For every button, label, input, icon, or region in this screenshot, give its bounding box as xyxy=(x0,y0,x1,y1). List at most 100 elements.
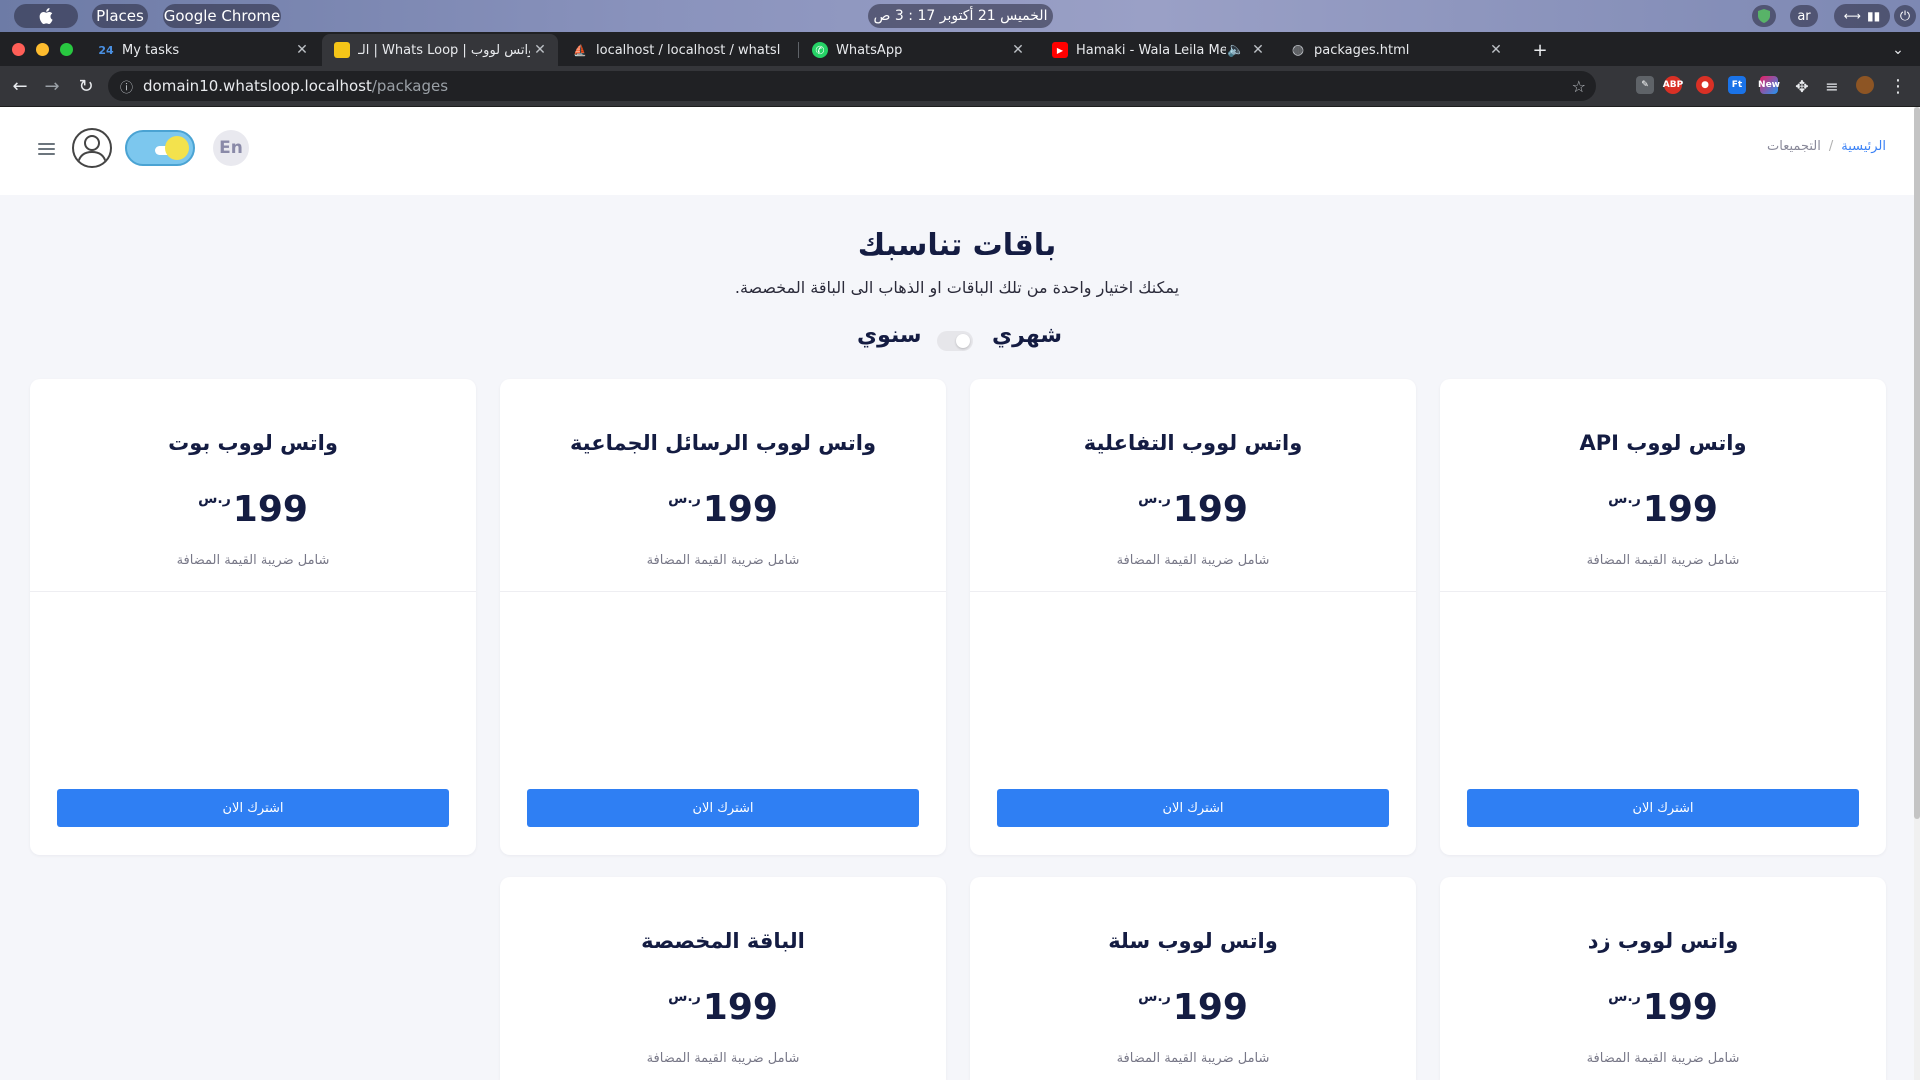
profile-avatar-icon[interactable] xyxy=(1856,76,1874,94)
scrollbar-thumb[interactable] xyxy=(1914,107,1920,819)
user-avatar[interactable] xyxy=(72,128,112,168)
package-price: 199 xyxy=(1172,489,1248,530)
chrome-menu-icon[interactable]: ⋮ xyxy=(1886,74,1910,98)
vat-note: شامل ضريبة القيمة المضافة xyxy=(1586,1051,1740,1066)
subscribe-button[interactable]: اشترك الان xyxy=(1467,789,1859,827)
os-top-bar: Places Google Chrome الخميس 21 أكتوبر 17… xyxy=(0,0,1920,32)
reload-button[interactable]: ↻ xyxy=(74,74,98,98)
theme-toggle[interactable] xyxy=(125,130,195,166)
tab-title: localhost / localhost / whatsl xyxy=(596,42,781,58)
user-icon xyxy=(77,135,107,164)
divider xyxy=(970,591,1416,592)
network-icon: ⟷ xyxy=(1843,9,1861,23)
vat-note: شامل ضريبة القيمة المضافة xyxy=(1116,1051,1270,1066)
package-card: واتس لووب زد ر.س199 شامل ضريبة القيمة ال… xyxy=(1440,877,1886,1080)
bookmark-star-icon[interactable]: ☆ xyxy=(1572,77,1586,96)
tab-whatsapp[interactable]: ✆ WhatsApp ✕ xyxy=(800,34,1036,66)
tab-whatsloop[interactable]: الـ | Whats Loop | واتس لووب ✕ xyxy=(322,34,558,66)
url-host: domain10.whatsloop.localhost xyxy=(143,77,372,95)
power-icon[interactable]: ⏻ xyxy=(1894,5,1916,27)
close-window-button[interactable] xyxy=(12,43,25,56)
tab-youtube[interactable]: ▶ Hamaki - Wala Leila Men L 🔈 ✕ xyxy=(1040,34,1276,66)
package-price: 199 xyxy=(1642,489,1718,530)
close-tab-icon[interactable]: ✕ xyxy=(1248,42,1268,58)
minimize-window-button[interactable] xyxy=(36,43,49,56)
close-tab-icon[interactable]: ✕ xyxy=(530,42,550,58)
url-path: /packages xyxy=(371,77,449,95)
places-menu[interactable]: Places xyxy=(92,4,148,28)
package-name: واتس لووب سلة xyxy=(1108,929,1278,953)
currency: ر.س xyxy=(668,989,701,1005)
tab-phpmyadmin[interactable]: ⛵ localhost / localhost / whatsl xyxy=(560,34,796,66)
breadcrumb: الرئيسية / التجميعات xyxy=(1767,139,1886,154)
currency: ر.س xyxy=(1138,491,1171,507)
new-extension-icon[interactable]: New xyxy=(1758,76,1780,94)
clock[interactable]: الخميس 21 أكتوبر 17 : 3 ص xyxy=(868,4,1053,28)
language-button[interactable]: En xyxy=(213,130,249,166)
record-extension-icon[interactable]: ● xyxy=(1696,76,1714,94)
subscribe-button[interactable]: اشترك الان xyxy=(527,789,919,827)
divider xyxy=(30,591,476,592)
package-card: واتس لووب API ر.س199 شامل ضريبة القيمة ا… xyxy=(1440,379,1886,855)
vat-note: شامل ضريبة القيمة المضافة xyxy=(646,1051,800,1066)
vat-note: شامل ضريبة القيمة المضافة xyxy=(1586,553,1740,568)
annual-label[interactable]: سنوي xyxy=(857,323,922,348)
close-tab-icon[interactable]: ✕ xyxy=(1008,42,1028,58)
tasks-favicon-icon: 24 xyxy=(98,43,114,57)
package-card: واتس لووب سلة ر.س199 شامل ضريبة القيمة ا… xyxy=(970,877,1416,1080)
currency: ر.س xyxy=(668,491,701,507)
speaker-icon[interactable]: 🔈 xyxy=(1226,42,1246,58)
package-name: واتس لووب الرسائل الجماعية xyxy=(569,431,877,455)
package-name: واتس لووب التفاعلية xyxy=(1083,431,1303,455)
subscribe-button[interactable]: اشترك الان xyxy=(997,789,1389,827)
divider xyxy=(1440,591,1886,592)
package-name: واتس لووب بوت xyxy=(168,431,338,455)
package-card: واتس لووب التفاعلية ر.س199 شامل ضريبة ال… xyxy=(970,379,1416,855)
app-menu[interactable]: Google Chrome xyxy=(163,4,281,28)
tab-search-icon[interactable]: ⌄ xyxy=(1886,38,1910,62)
globe-icon: ◍ xyxy=(1291,42,1305,58)
breadcrumb-home[interactable]: الرئيسية xyxy=(1841,139,1886,154)
forward-button[interactable]: → xyxy=(40,74,64,98)
package-name: واتس لووب زد xyxy=(1587,929,1739,953)
info-icon[interactable]: ⓘ xyxy=(120,77,133,96)
close-tab-icon[interactable]: ✕ xyxy=(292,42,312,58)
apple-icon xyxy=(39,8,53,24)
reading-list-icon[interactable]: ≡ xyxy=(1820,74,1844,98)
shield-icon[interactable] xyxy=(1752,5,1776,27)
tab-my-tasks[interactable]: 24 My tasks ✕ xyxy=(86,34,320,66)
breadcrumb-separator: / xyxy=(1828,139,1834,154)
divider xyxy=(500,591,946,592)
back-button[interactable]: ← xyxy=(8,74,32,98)
subscribe-button[interactable]: اشترك الان xyxy=(57,789,449,827)
billing-period-toggle[interactable] xyxy=(937,331,973,351)
vat-note: شامل ضريبة القيمة المضافة xyxy=(646,553,800,568)
tab-title: WhatsApp xyxy=(836,42,903,58)
pen-extension-icon[interactable]: ✎ xyxy=(1636,76,1654,94)
chat-icon xyxy=(334,42,350,58)
extensions-puzzle-icon[interactable]: ✥ xyxy=(1790,74,1814,98)
system-tray[interactable]: ⟷ ▮▮ xyxy=(1834,4,1890,28)
keyboard-language[interactable]: ar xyxy=(1790,5,1818,27)
page-title: باقات تناسبك xyxy=(857,228,1057,263)
youtube-icon: ▶ xyxy=(1052,42,1068,58)
package-card: الباقة المخصصة ر.س199 شامل ضريبة القيمة … xyxy=(500,877,946,1080)
maximize-window-button[interactable] xyxy=(60,43,73,56)
ft-extension-icon[interactable]: Ft xyxy=(1728,76,1746,94)
menu-icon[interactable] xyxy=(38,143,55,157)
new-tab-button[interactable]: + xyxy=(1528,38,1552,62)
package-name: واتس لووب API xyxy=(1579,431,1747,455)
monthly-label[interactable]: شهري xyxy=(992,323,1062,348)
volume-icon: ▮▮ xyxy=(1866,9,1881,23)
package-price: 199 xyxy=(1642,987,1718,1028)
vat-note: شامل ضريبة القيمة المضافة xyxy=(1116,553,1270,568)
currency: ر.س xyxy=(198,491,231,507)
tab-packages-html[interactable]: ◍ packages.html ✕ xyxy=(1278,34,1514,66)
currency: ر.س xyxy=(1138,989,1171,1005)
address-bar[interactable]: ⓘ domain10.whatsloop.localhost/packages … xyxy=(108,71,1596,101)
package-price: 199 xyxy=(702,987,778,1028)
pma-icon: ⛵ xyxy=(573,43,587,57)
close-tab-icon[interactable]: ✕ xyxy=(1486,42,1506,58)
apple-menu-button[interactable] xyxy=(14,4,78,28)
adblock-extension-icon[interactable]: ABP xyxy=(1663,76,1683,94)
